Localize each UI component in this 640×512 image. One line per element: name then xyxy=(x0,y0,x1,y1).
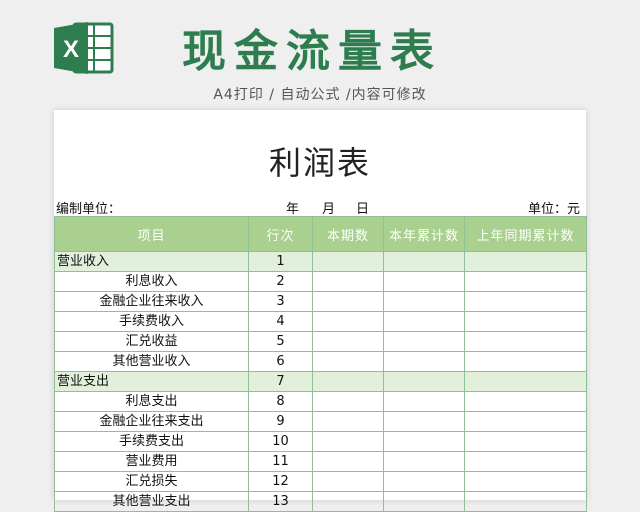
cell-seq[interactable]: 6 xyxy=(248,351,313,372)
column-header-item[interactable]: 项目 xyxy=(54,216,249,252)
cell-item[interactable]: 手续费收入 xyxy=(54,311,249,332)
cell-current[interactable] xyxy=(312,491,384,512)
cell-ytd[interactable] xyxy=(383,431,465,452)
cell-ytd[interactable] xyxy=(383,471,465,492)
cell-item[interactable]: 营业支出 xyxy=(54,371,249,392)
cell-ytd[interactable] xyxy=(383,251,465,272)
column-header-prior-ytd[interactable]: 上年同期累计数 xyxy=(464,216,587,252)
cell-current[interactable] xyxy=(312,411,384,432)
cell-current[interactable] xyxy=(312,451,384,472)
cell-item[interactable]: 汇兑损失 xyxy=(54,471,249,492)
table-row: 利息支出 8 xyxy=(54,391,587,412)
table-row: 营业支出 7 xyxy=(54,371,587,392)
spreadsheet-sheet: 利润表 编制单位： 年 月 日 单位：元 项目 行次 本期数 本年累计数 上年同… xyxy=(54,110,587,512)
cell-item[interactable]: 其他营业支出 xyxy=(54,491,249,512)
table-row: 金融企业往来收入 3 xyxy=(54,291,587,312)
cell-item[interactable]: 汇兑收益 xyxy=(54,331,249,352)
cell-item[interactable]: 金融企业往来支出 xyxy=(54,411,249,432)
table-row: 利息收入 2 xyxy=(54,271,587,292)
cell-current[interactable] xyxy=(312,371,384,392)
table-header-row: 项目 行次 本期数 本年累计数 上年同期累计数 xyxy=(54,216,587,252)
cell-ytd[interactable] xyxy=(383,271,465,292)
cell-seq[interactable]: 8 xyxy=(248,391,313,412)
cell-seq[interactable]: 10 xyxy=(248,431,313,452)
cell-ytd[interactable] xyxy=(383,291,465,312)
cell-current[interactable] xyxy=(312,471,384,492)
table-row: 营业收入 1 xyxy=(54,251,587,272)
cell-ytd[interactable] xyxy=(383,411,465,432)
year-label: 年 xyxy=(286,202,300,217)
cell-seq[interactable]: 12 xyxy=(248,471,313,492)
cell-current[interactable] xyxy=(312,391,384,412)
cell-prior-ytd[interactable] xyxy=(464,391,587,412)
cell-prior-ytd[interactable] xyxy=(464,271,587,292)
cell-item[interactable]: 金融企业往来收入 xyxy=(54,291,249,312)
column-header-ytd[interactable]: 本年累计数 xyxy=(383,216,465,252)
cell-prior-ytd[interactable] xyxy=(464,471,587,492)
cell-current[interactable] xyxy=(312,311,384,332)
cell-seq[interactable]: 7 xyxy=(248,371,313,392)
cell-ytd[interactable] xyxy=(383,311,465,332)
cell-item[interactable]: 手续费支出 xyxy=(54,431,249,452)
page-title: 现金流量表 xyxy=(182,26,442,77)
cell-seq[interactable]: 2 xyxy=(248,271,313,292)
table-row: 汇兑收益 5 xyxy=(54,331,587,352)
cell-prior-ytd[interactable] xyxy=(464,411,587,432)
cell-prior-ytd[interactable] xyxy=(464,451,587,472)
svg-text:X: X xyxy=(63,36,79,63)
table-row: 金融企业往来支出 9 xyxy=(54,411,587,432)
cell-prior-ytd[interactable] xyxy=(464,431,587,452)
cell-current[interactable] xyxy=(312,351,384,372)
cell-seq[interactable]: 5 xyxy=(248,331,313,352)
cell-seq[interactable]: 11 xyxy=(248,451,313,472)
cell-current[interactable] xyxy=(312,431,384,452)
cell-item[interactable]: 其他营业收入 xyxy=(54,351,249,372)
cell-prior-ytd[interactable] xyxy=(464,251,587,272)
cell-item[interactable]: 营业费用 xyxy=(54,451,249,472)
cell-current[interactable] xyxy=(312,271,384,292)
cell-ytd[interactable] xyxy=(383,351,465,372)
cell-prior-ytd[interactable] xyxy=(464,291,587,312)
cell-current[interactable] xyxy=(312,331,384,352)
table-body: 营业收入 1 利息收入 2 金融企业往来收入 3 手续费收入 4 汇兑收益 5 其他营业收入 6 营业支… xyxy=(54,251,587,512)
cell-seq[interactable]: 13 xyxy=(248,491,313,512)
cell-ytd[interactable] xyxy=(383,331,465,352)
report-title: 利润表 xyxy=(268,144,371,182)
table-row: 手续费支出 10 xyxy=(54,431,587,452)
cell-seq[interactable]: 4 xyxy=(248,311,313,332)
cell-prior-ytd[interactable] xyxy=(464,311,587,332)
cell-current[interactable] xyxy=(312,291,384,312)
table-row: 营业费用 11 xyxy=(54,451,587,472)
cell-ytd[interactable] xyxy=(383,371,465,392)
month-label: 月 xyxy=(322,202,336,217)
cell-current[interactable] xyxy=(312,251,384,272)
cell-item[interactable]: 利息支出 xyxy=(54,391,249,412)
unit-label: 单位：元 xyxy=(527,202,580,217)
day-label: 日 xyxy=(356,202,370,217)
column-header-current[interactable]: 本期数 xyxy=(312,216,384,252)
cell-seq[interactable]: 1 xyxy=(248,251,313,272)
report-meta-row: 编制单位： 年 月 日 单位：元 xyxy=(54,198,586,217)
table-row: 其他营业支出 13 xyxy=(54,491,587,512)
cell-prior-ytd[interactable] xyxy=(464,331,587,352)
table-row: 其他营业收入 6 xyxy=(54,351,587,372)
cell-item[interactable]: 营业收入 xyxy=(54,251,249,272)
cell-ytd[interactable] xyxy=(383,391,465,412)
cell-seq[interactable]: 3 xyxy=(248,291,313,312)
org-label: 编制单位： xyxy=(56,202,122,217)
cell-ytd[interactable] xyxy=(383,491,465,512)
excel-logo-icon: X xyxy=(54,20,116,76)
cell-prior-ytd[interactable] xyxy=(464,491,587,512)
cell-seq[interactable]: 9 xyxy=(248,411,313,432)
cell-prior-ytd[interactable] xyxy=(464,371,587,392)
table-row: 汇兑损失 12 xyxy=(54,471,587,492)
column-header-seq[interactable]: 行次 xyxy=(248,216,313,252)
income-statement-table: 项目 行次 本期数 本年累计数 上年同期累计数 营业收入 1 利息收入 2 金融企业往来… xyxy=(54,216,587,512)
cell-prior-ytd[interactable] xyxy=(464,351,587,372)
page-subtitle: A4打印 / 自动公式 /内容可修改 xyxy=(213,87,427,103)
header: X 现金流量表 A4打印 / 自动公式 /内容可修改 xyxy=(0,0,640,110)
table-row: 手续费收入 4 xyxy=(54,311,587,332)
cell-ytd[interactable] xyxy=(383,451,465,472)
cell-item[interactable]: 利息收入 xyxy=(54,271,249,292)
